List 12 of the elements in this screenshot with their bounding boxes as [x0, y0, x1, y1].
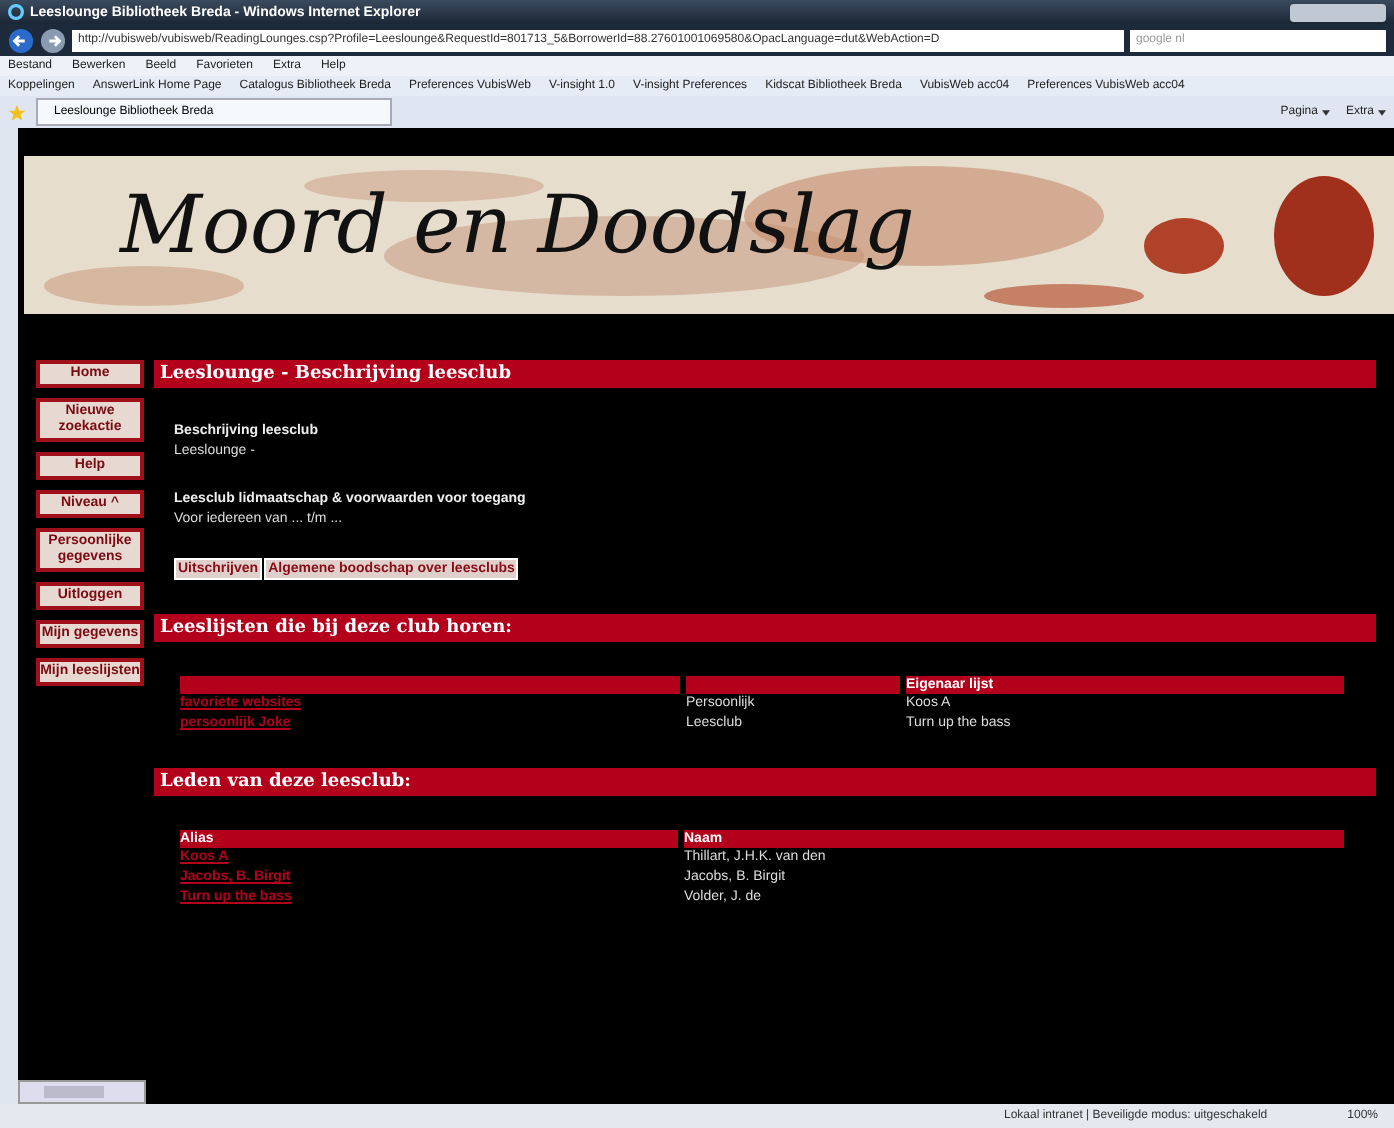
caret-icon [1321, 109, 1330, 115]
forward-button[interactable] [40, 27, 66, 53]
back-button[interactable] [8, 27, 34, 53]
star-icon[interactable] [8, 103, 26, 121]
caret-icon [1378, 109, 1386, 115]
browser-icon [8, 4, 24, 20]
section-header: Leeslijsten die bij deze club horen: [154, 614, 1376, 642]
window-controls[interactable] [1290, 3, 1386, 21]
section-header: Leden van deze leesclub: [154, 768, 1376, 796]
section-header: Leeslounge - Beschrijving leesclub [154, 360, 1376, 388]
scrollbar[interactable] [18, 1080, 146, 1104]
banner-title: Moord en Doodslag [120, 180, 915, 272]
